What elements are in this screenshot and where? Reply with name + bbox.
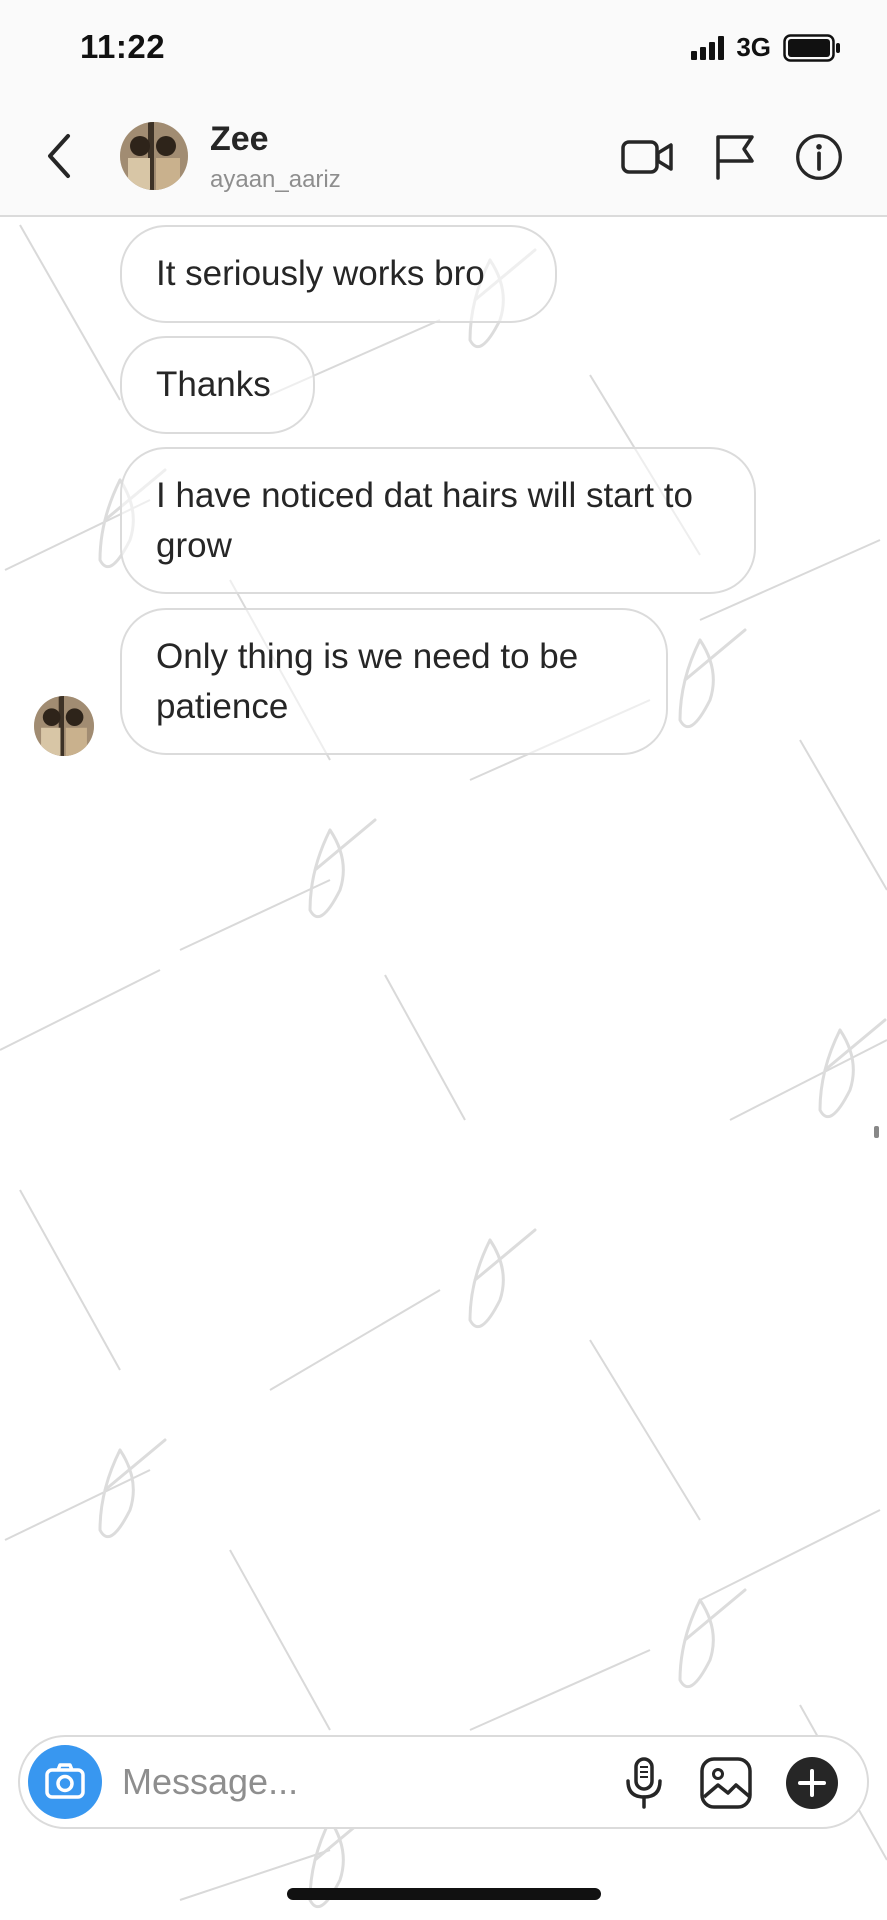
contact-name[interactable]: Zee bbox=[210, 120, 269, 159]
contact-username[interactable]: ayaan_aariz bbox=[210, 166, 341, 194]
message-composer bbox=[18, 1735, 869, 1829]
status-time: 11:22 bbox=[80, 28, 166, 65]
camera-icon bbox=[45, 1763, 85, 1799]
camera-button[interactable] bbox=[28, 1745, 102, 1819]
chat-header: Zee ayaan_aariz bbox=[0, 100, 887, 217]
avatar[interactable] bbox=[34, 696, 94, 756]
flag-icon[interactable] bbox=[708, 132, 762, 182]
message-bubble[interactable]: It seriously works bro bbox=[120, 225, 557, 323]
message-bubble[interactable]: Thanks bbox=[120, 336, 315, 434]
plus-icon[interactable] bbox=[784, 1755, 840, 1811]
message-input[interactable] bbox=[120, 1753, 524, 1811]
message-text: I have noticed dat hairs will start to g… bbox=[156, 475, 693, 565]
battery-icon bbox=[783, 33, 840, 62]
network-type: 3G bbox=[736, 32, 771, 62]
status-bar: 11:22 3G bbox=[0, 0, 887, 100]
chevron-left-icon[interactable] bbox=[40, 130, 80, 182]
scroll-indicator[interactable] bbox=[874, 1126, 879, 1138]
message-bubble[interactable]: Only thing is we need to be patience bbox=[120, 608, 668, 755]
video-camera-icon[interactable] bbox=[620, 132, 674, 182]
microphone-icon[interactable] bbox=[616, 1755, 672, 1811]
info-icon[interactable] bbox=[792, 132, 846, 182]
message-text: Only thing is we need to be patience bbox=[156, 636, 579, 726]
image-icon[interactable] bbox=[698, 1755, 754, 1811]
signal-icon bbox=[691, 35, 725, 60]
home-indicator[interactable] bbox=[287, 1888, 601, 1900]
message-bubble[interactable]: I have noticed dat hairs will start to g… bbox=[120, 447, 756, 594]
status-indicators: 3G bbox=[691, 32, 841, 63]
avatar[interactable] bbox=[120, 122, 188, 190]
message-text: It seriously works bro bbox=[156, 254, 485, 293]
message-text: Thanks bbox=[156, 365, 271, 404]
